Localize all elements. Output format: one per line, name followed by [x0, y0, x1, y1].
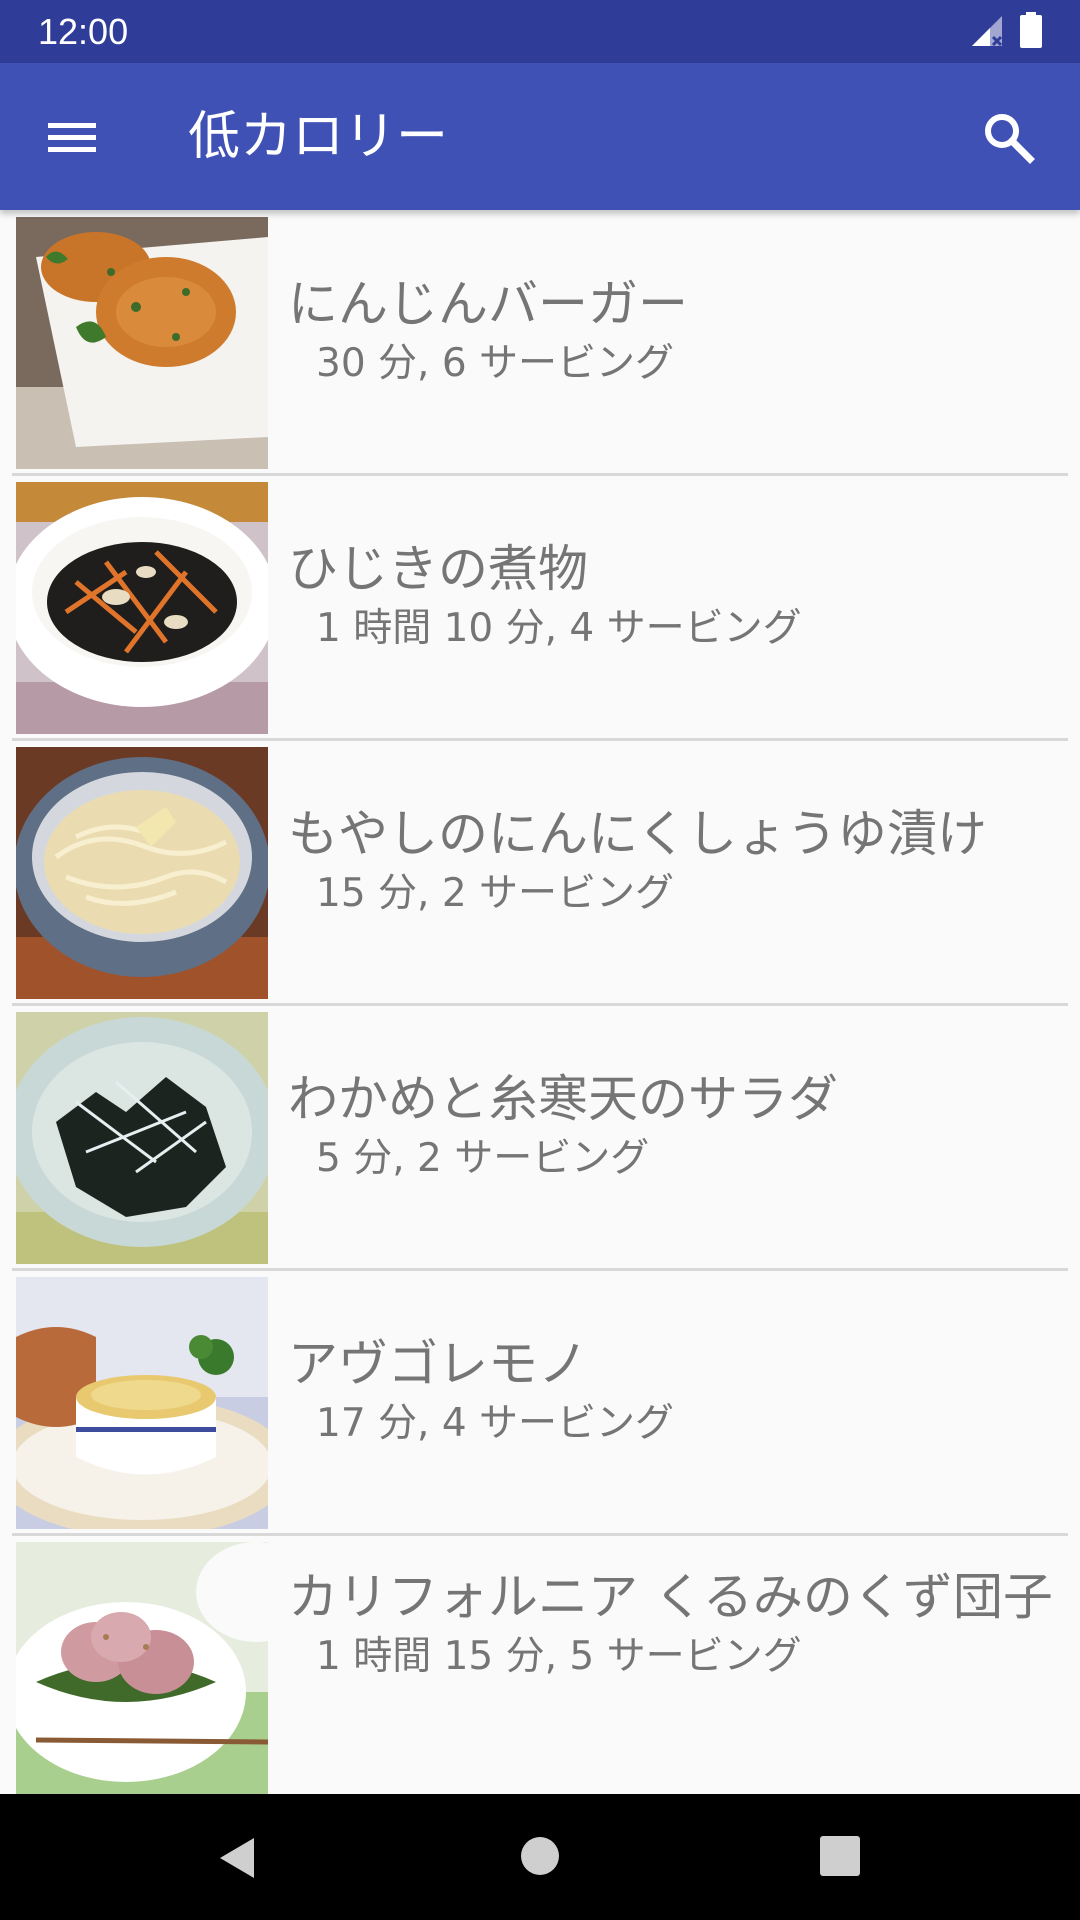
signal-off-icon [972, 16, 1003, 47]
recipe-meta: 1 時間 15 分, 5 サービング [316, 1634, 802, 1679]
status-time: 12:00 [38, 11, 129, 52]
menu-icon[interactable] [40, 107, 104, 167]
back-icon[interactable] [214, 1834, 262, 1882]
recipe-item[interactable]: にんじんバーガー 30 分, 6 サービング [0, 210, 1080, 475]
search-icon[interactable] [980, 109, 1036, 165]
recipe-name: ひじきの煮物 [288, 540, 588, 598]
app-bar: 低カロリー [0, 63, 1080, 210]
page-title: 低カロリー [188, 107, 449, 167]
recipe-name: カリフォルニア くるみのくず団子 [288, 1568, 1053, 1626]
recipe-thumbnail [16, 1542, 268, 1794]
recipe-meta: 17 分, 4 サービング [316, 1401, 675, 1446]
recents-icon[interactable] [818, 1834, 862, 1878]
recipe-thumbnail [16, 747, 268, 999]
recipe-item[interactable]: カリフォルニア くるみのくず団子 1 時間 15 分, 5 サービング [0, 1535, 1080, 1794]
status-bar: 12:00 [0, 0, 1080, 63]
recipe-meta: 5 分, 2 サービング [316, 1136, 650, 1181]
recipe-thumbnail [16, 1277, 268, 1529]
recipe-name: わかめと糸寒天のサラダ [288, 1070, 838, 1128]
recipe-item[interactable]: アヴゴレモノ 17 分, 4 サービング [0, 1270, 1080, 1535]
navigation-bar [0, 1794, 1080, 1920]
recipe-thumbnail [16, 217, 268, 469]
recipe-thumbnail [16, 1012, 268, 1264]
recipe-item[interactable]: ひじきの煮物 1 時間 10 分, 4 サービング [0, 475, 1080, 740]
home-icon[interactable] [518, 1834, 562, 1878]
recipe-name: アヴゴレモノ [288, 1335, 588, 1393]
recipe-item[interactable]: わかめと糸寒天のサラダ 5 分, 2 サービング [0, 1005, 1080, 1270]
recipe-meta: 15 分, 2 サービング [316, 871, 675, 916]
recipe-list: にんじんバーガー 30 分, 6 サービング ひじきの煮物 1 時間 10 分,… [0, 210, 1080, 1794]
recipe-thumbnail [16, 482, 268, 734]
recipe-meta: 30 分, 6 サービング [316, 341, 675, 386]
recipe-meta: 1 時間 10 分, 4 サービング [316, 606, 802, 651]
recipe-name: にんじんバーガー [288, 275, 688, 333]
recipe-item[interactable]: もやしのにんにくしょうゆ漬け 15 分, 2 サービング [0, 740, 1080, 1005]
battery-icon [1020, 12, 1042, 48]
recipe-name: もやしのにんにくしょうゆ漬け [288, 805, 987, 863]
